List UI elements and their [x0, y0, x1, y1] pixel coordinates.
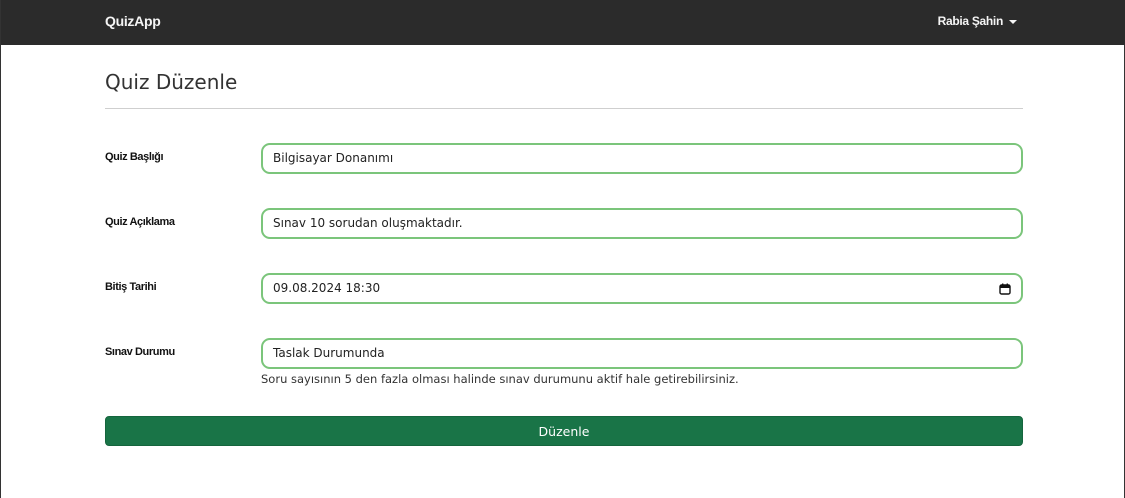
user-name: Rabia Şahin — [937, 14, 1004, 28]
user-menu-toggle[interactable]: Rabia Şahin — [938, 14, 1017, 28]
caret-down-icon — [1009, 19, 1017, 24]
exam-status-label: Sınav Durumu — [105, 346, 175, 358]
exam-status-input[interactable]: Taslak Durumunda — [261, 338, 1023, 369]
end-date-value: 09.08.2024 18:30 — [273, 281, 381, 295]
app-frame: QuizApp Rabia Şahin Quiz Düzenle Quiz Ba… — [0, 0, 1125, 498]
end-date-label: Bitiş Tarihi — [105, 281, 157, 293]
page-title: Quiz Düzenle — [105, 70, 238, 94]
quiz-description-value: Sınav 10 sorudan oluşmaktadır. — [273, 216, 463, 230]
edit-submit-button[interactable]: Düzenle — [105, 416, 1023, 446]
end-date-input[interactable]: 09.08.2024 18:30 — [261, 273, 1023, 304]
quiz-title-label: Quiz Başlığı — [105, 151, 164, 163]
quiz-title-input[interactable]: Bilgisayar Donanımı — [261, 143, 1023, 174]
quiz-title-value: Bilgisayar Donanımı — [273, 151, 394, 165]
brand-link[interactable]: QuizApp — [105, 13, 161, 29]
navbar: QuizApp Rabia Şahin — [1, 0, 1125, 45]
divider — [105, 108, 1023, 109]
quiz-description-input[interactable]: Sınav 10 sorudan oluşmaktadır. — [261, 208, 1023, 239]
calendar-icon[interactable] — [999, 283, 1011, 295]
exam-status-value: Taslak Durumunda — [273, 346, 385, 360]
quiz-description-label: Quiz Açıklama — [105, 216, 175, 228]
exam-status-help-text: Soru sayısının 5 den fazla olması halind… — [261, 372, 739, 386]
